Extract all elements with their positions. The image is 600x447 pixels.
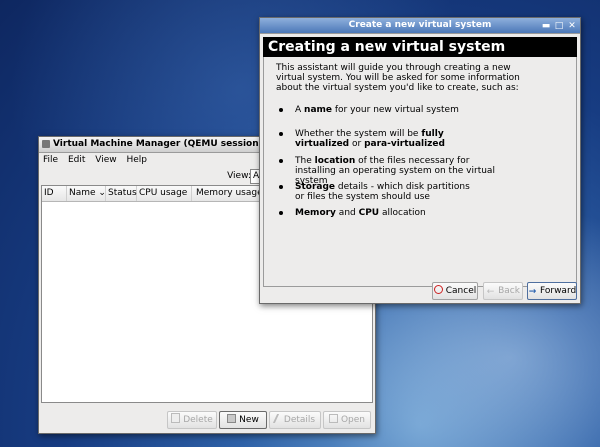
new-button[interactable]: New [219,411,267,429]
column-memory-usage[interactable]: Memory usage [194,186,263,201]
forward-arrow-icon: → [528,287,537,297]
minimize-icon[interactable]: ▬ [540,21,552,33]
bullet-icon [279,108,283,112]
cancel-button[interactable]: Cancel [432,282,478,300]
open-icon [328,414,338,423]
open-button[interactable]: Open [323,411,371,429]
delete-button[interactable]: Delete [167,411,217,429]
maximize-icon[interactable]: □ [553,21,565,33]
wizard-window[interactable]: Create a new virtual system ▬ □ ✕ Creating… [259,17,581,304]
wizard-window-title: Create a new virtual system [348,20,492,30]
wizard-body: This assistant will guide you through cr… [263,57,577,287]
bullet-icon [279,159,283,163]
forward-button[interactable]: → Forward [527,282,577,300]
details-button[interactable]: Details [269,411,321,429]
menu-file[interactable]: File [43,155,58,165]
delete-icon [171,413,181,423]
back-arrow-icon: ← [486,287,495,297]
wizard-intro: This assistant will guide you through cr… [276,63,520,93]
menu-help[interactable]: Help [126,155,147,165]
column-name[interactable]: Name ⌄ [67,186,106,201]
new-icon [227,414,237,423]
cancel-icon [433,285,443,294]
column-id[interactable]: ID [42,186,67,201]
close-icon[interactable]: ✕ [566,21,578,33]
menu-edit[interactable]: Edit [68,155,85,165]
back-button[interactable]: ← Back [483,282,523,300]
wizard-header: Creating a new virtual system [263,37,577,57]
vmm-button-row: Delete New Details Open [39,411,375,429]
menu-view[interactable]: View [95,155,116,165]
window-menu-icon[interactable] [42,140,50,148]
bullet-icon [279,132,283,136]
wizard-button-row: Cancel ← Back → Forward [260,282,580,300]
bullet-icon [279,211,283,215]
wizard-titlebar[interactable]: Create a new virtual system ▬ □ ✕ [260,18,580,34]
view-label: View: [227,171,251,181]
details-icon [272,414,283,423]
column-cpu-usage[interactable]: CPU usage [137,186,192,201]
bullet-icon [279,185,283,189]
column-status[interactable]: Status [106,186,137,201]
